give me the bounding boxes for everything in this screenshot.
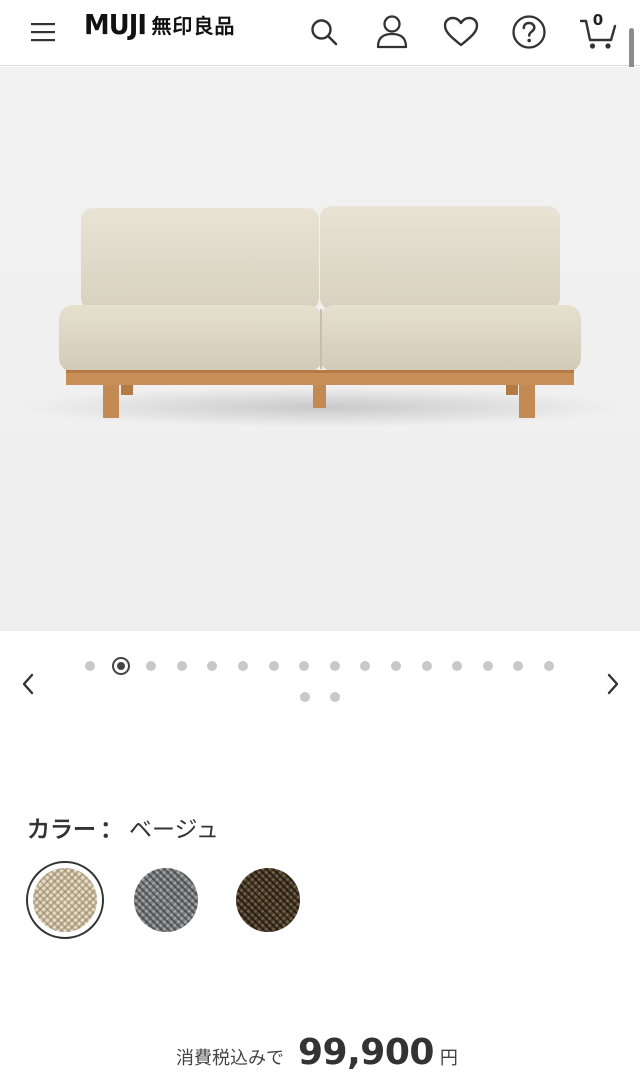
carousel-dot[interactable] xyxy=(85,661,95,671)
price-currency: 円 xyxy=(439,1048,458,1069)
carousel-dot[interactable] xyxy=(176,661,187,671)
cart-button[interactable]: 0 xyxy=(572,6,624,58)
price-tax-label: 消費税込みで xyxy=(176,1048,284,1069)
chevron-right-icon xyxy=(607,673,619,695)
color-swatch-beige[interactable] xyxy=(26,861,104,939)
color-separator: ： xyxy=(100,817,123,843)
carousel-dot[interactable] xyxy=(207,661,218,671)
carousel-dot[interactable] xyxy=(330,692,341,702)
swatch-beige-fabric xyxy=(33,868,97,932)
carousel-dot[interactable] xyxy=(329,661,340,671)
carousel-dot[interactable] xyxy=(111,657,130,675)
carousel-dot[interactable] xyxy=(268,661,279,671)
carousel-dot[interactable] xyxy=(482,661,493,671)
price-amount: 99,900 xyxy=(298,1032,434,1073)
carousel-dot[interactable] xyxy=(238,661,248,671)
carousel-dot[interactable] xyxy=(299,692,310,702)
carousel-dot[interactable] xyxy=(299,661,310,671)
swatch-gray-fabric xyxy=(134,868,198,932)
help-icon xyxy=(512,15,546,49)
account-button[interactable] xyxy=(366,6,418,58)
selected-color-name: ベージュ xyxy=(129,817,219,843)
heart-icon xyxy=(443,16,479,47)
sofa-illustration xyxy=(22,206,622,427)
carousel-prev-button[interactable] xyxy=(12,668,44,700)
menu-button[interactable] xyxy=(17,6,69,58)
menu-icon xyxy=(31,23,55,42)
color-selection-label: カラー ： ベージュ xyxy=(27,810,219,843)
carousel-dot[interactable] xyxy=(544,661,554,671)
search-icon xyxy=(311,19,338,46)
carousel-dot[interactable] xyxy=(421,661,432,671)
carousel-dot[interactable] xyxy=(391,661,401,671)
user-icon xyxy=(376,15,408,49)
color-swatch-brown[interactable] xyxy=(229,861,307,939)
swatch-brown-fabric xyxy=(236,868,300,932)
carousel-dot[interactable] xyxy=(452,661,463,671)
site-header: MUJI 無印良品 0 xyxy=(0,0,640,66)
product-image[interactable] xyxy=(0,67,640,631)
logo-japanese: 無印良品 xyxy=(151,13,236,38)
chevron-left-icon xyxy=(22,673,34,695)
carousel-dot[interactable] xyxy=(146,661,157,671)
color-label: カラー xyxy=(27,817,96,843)
price-block: 消費税込みで 99,900 円 xyxy=(176,1032,458,1076)
color-swatch-gray[interactable] xyxy=(127,861,205,939)
favorites-button[interactable] xyxy=(435,6,487,58)
carousel-dot[interactable] xyxy=(513,661,524,671)
cart-count-badge: 0 xyxy=(592,11,604,29)
carousel-dot[interactable] xyxy=(360,661,371,671)
logo-latin: MUJI xyxy=(84,7,147,41)
help-button[interactable] xyxy=(503,6,555,58)
search-button[interactable] xyxy=(298,6,350,58)
carousel-next-button[interactable] xyxy=(597,668,629,700)
muji-logo[interactable]: MUJI 無印良品 xyxy=(84,7,236,41)
